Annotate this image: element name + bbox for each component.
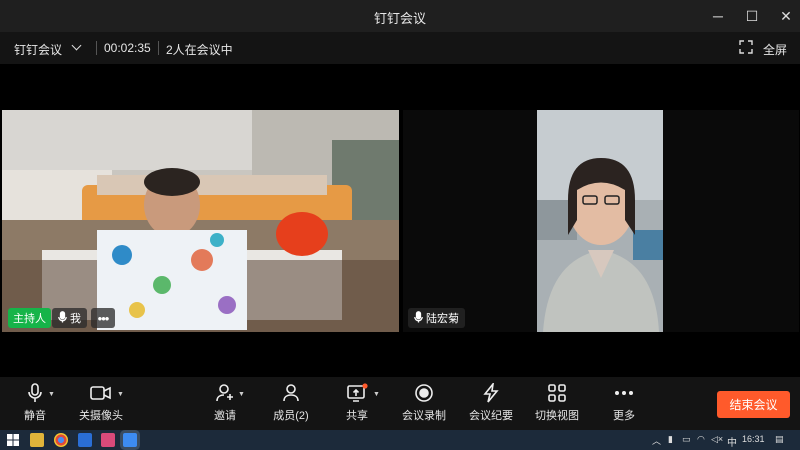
meeting-duration: 00:02:35 [104, 41, 151, 55]
windows-start-icon[interactable] [7, 434, 19, 448]
share-label: 共享 [346, 410, 368, 422]
video-tile-self[interactable]: 主持人 我 ••• [2, 110, 399, 332]
participant-nametag-remote: 陆宏菊 [408, 308, 465, 328]
network-icon[interactable]: ▭ [682, 434, 691, 445]
tray-chevron-up-icon[interactable]: ︿ [652, 434, 661, 447]
video-tile-remote[interactable]: 陆宏菊 [403, 110, 799, 332]
host-badge: 主持人 [8, 308, 51, 328]
more-label: 更多 [613, 410, 635, 422]
file-explorer-icon[interactable] [30, 433, 44, 447]
mute-label: 静音 [24, 410, 46, 422]
participant-more-button[interactable]: ••• [91, 308, 115, 328]
minutes-button[interactable]: 会议纪要 [456, 383, 526, 427]
mute-button[interactable]: ▼ 静音 [0, 383, 70, 427]
camera-feed-remote [403, 110, 799, 332]
ime-indicator[interactable]: 中 [727, 434, 737, 449]
minimize-button[interactable]: ─ [700, 0, 736, 32]
volume-muted-icon[interactable]: ◁× [711, 434, 723, 445]
os-taskbar: ︿ ▮ ▭ ◠ ◁× 中 16:31 ▤ [0, 430, 800, 450]
notifications-icon[interactable]: ▤ [775, 434, 784, 445]
share-button[interactable]: ▼ 共享 [322, 383, 392, 427]
members-icon [256, 383, 326, 403]
window-titlebar: 钉钉会议 ─ ☐ ✕ [0, 0, 800, 32]
switch-view-label: 切换视图 [535, 410, 579, 422]
app-menu-button[interactable]: 钉钉会议 [14, 41, 62, 58]
camera-feed-self [2, 110, 399, 332]
more-button[interactable]: 更多 [589, 383, 659, 427]
camera-label: 关摄像头 [79, 410, 123, 422]
fullscreen-icon[interactable] [739, 40, 753, 57]
window-title: 钉钉会议 [373, 11, 426, 26]
meeting-info-bar: 钉钉会议 00:02:35 2人在会议中 全屏 [0, 32, 800, 64]
end-meeting-button[interactable]: 结束会议 [717, 391, 790, 418]
camera-toggle-button[interactable]: ▼ 关摄像头 [66, 383, 136, 427]
screen-share-icon [322, 383, 392, 403]
camera-icon [66, 383, 136, 403]
divider [158, 41, 159, 55]
record-icon [389, 383, 459, 403]
microphone-icon [414, 310, 423, 326]
invite-button[interactable]: ▼ 邀请 [190, 383, 260, 427]
maximize-button[interactable]: ☐ [734, 0, 770, 32]
add-user-icon [190, 383, 260, 403]
switch-view-button[interactable]: 切换视图 [522, 383, 592, 427]
participant-name: 我 [70, 313, 81, 325]
caret-down-icon[interactable]: ▼ [238, 391, 245, 398]
app-icon[interactable] [101, 433, 115, 447]
caret-down-icon[interactable]: ▼ [373, 391, 380, 398]
participants-status: 2人在会议中 [166, 43, 233, 57]
record-label: 会议录制 [402, 410, 446, 422]
dingtalk-meeting-icon[interactable] [123, 433, 137, 447]
grid-view-icon [522, 383, 592, 403]
clock[interactable]: 16:31 [742, 434, 765, 444]
chevron-down-icon[interactable] [71, 40, 82, 51]
participant-nametag-self: 我 [52, 308, 87, 328]
app-icon[interactable] [78, 433, 92, 447]
chrome-icon[interactable] [54, 433, 68, 447]
members-label: 成员(2) [273, 410, 309, 422]
divider [96, 41, 97, 55]
caret-down-icon[interactable]: ▼ [117, 391, 124, 398]
microphone-icon [0, 383, 70, 403]
usb-device-icon[interactable]: ▮ [668, 434, 673, 445]
caret-down-icon[interactable]: ▼ [48, 391, 55, 398]
video-stage: 主持人 我 ••• 陆宏菊 [0, 64, 800, 377]
more-dots-icon [589, 383, 659, 403]
minutes-label: 会议纪要 [469, 410, 513, 422]
lightning-icon [456, 383, 526, 403]
microphone-icon [58, 310, 67, 326]
fullscreen-button[interactable]: 全屏 [763, 41, 787, 58]
wifi-icon[interactable]: ◠ [697, 434, 705, 445]
participant-name: 陆宏菊 [426, 313, 459, 325]
meeting-toolbar: ▼ 静音 ▼ 关摄像头 ▼ 邀请 成员(2) ▼ 共享 会议录制 会议纪要 切换… [0, 377, 800, 430]
members-button[interactable]: 成员(2) [256, 383, 326, 427]
invite-label: 邀请 [214, 410, 236, 422]
close-button[interactable]: ✕ [768, 0, 800, 32]
record-button[interactable]: 会议录制 [389, 383, 459, 427]
